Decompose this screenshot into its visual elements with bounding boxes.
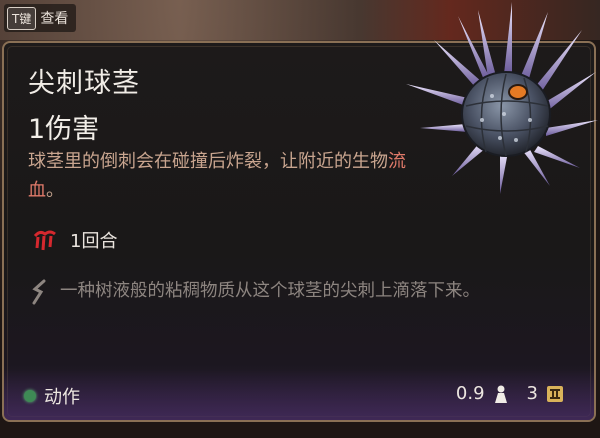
quote-icon [32,279,46,305]
examine-hint[interactable]: T键 查看 [4,4,77,32]
item-stats: 0.9 3 [456,383,564,404]
spiked-bulb-image [406,2,598,194]
duration-row: 1回合 [32,227,117,253]
action-label: 动作 [44,387,80,408]
key-hint-badge: T键 [7,6,37,30]
action-dot-icon [24,390,36,402]
weight-value: 0.9 [455,383,485,404]
item-damage: 1伤害 [28,114,100,145]
action-type: 动作 [24,383,80,409]
weight-icon [494,385,507,403]
flavor-text: 一种树液般的粘稠物质从这个球茎的尖刺上滴落下来。 [60,281,480,301]
item-footer: 动作 0.9 3 [4,369,594,420]
game-scene: T键 查看 尖刺球茎 1伤害 球茎里的倒刺会在碰撞后炸裂，让附近的生物流血。 1… [0,0,600,438]
item-description: 球茎里的倒刺会在碰撞后炸裂，让附近的生物流血。 [28,147,408,205]
flavor-row: 一种树液般的粘稠物质从这个球茎的尖刺上滴落下来。 [30,275,570,307]
examine-label: 查看 [40,11,69,27]
duration-text: 1回合 [70,231,118,252]
bleed-icon [33,230,56,251]
gold-icon [547,385,563,402]
price-value: 3 [526,383,538,404]
description-end: 。 [46,180,64,201]
item-name: 尖刺球茎 [28,68,140,99]
description-text: 球茎里的倒刺会在碰撞后炸裂，让附近的生物 [28,151,388,172]
